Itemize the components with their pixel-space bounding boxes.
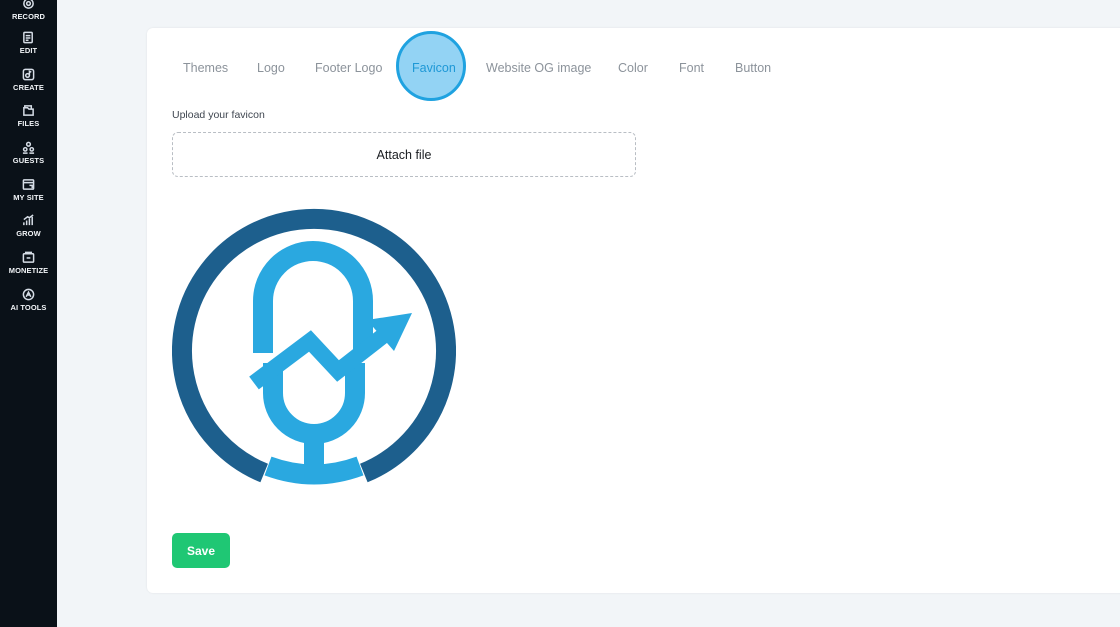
sidebar-item-my-site[interactable]: MY SITE [0, 177, 57, 202]
sidebar-item-label: RECORD [11, 12, 46, 21]
sidebar-item-label: AI TOOLS [10, 303, 47, 312]
create-icon [22, 67, 36, 81]
sidebar-item-guests[interactable]: GUESTS [0, 140, 57, 165]
sidebar-item-monetize[interactable]: MONETIZE [0, 250, 57, 275]
sidebar-item-label: MONETIZE [8, 266, 49, 275]
ai-tools-icon [22, 287, 36, 301]
tab-color[interactable]: Color [618, 61, 648, 75]
edit-icon [22, 30, 36, 44]
monetize-icon [22, 250, 36, 264]
branding-settings-card: Themes Logo Footer Logo Favicon Website … [147, 28, 1120, 593]
sidebar-item-grow[interactable]: GROW [0, 213, 57, 238]
sidebar-item-label: CREATE [13, 83, 44, 92]
record-icon [22, 0, 36, 10]
tab-themes[interactable]: Themes [183, 61, 228, 75]
sidebar: RECORD EDIT CREATE FILES GUESTS MY SITE [0, 0, 57, 627]
favicon-trend-line [249, 318, 402, 390]
sidebar-item-label: FILES [17, 119, 40, 128]
sidebar-item-record[interactable]: RECORD [0, 0, 57, 21]
files-icon [22, 103, 36, 117]
sidebar-item-ai-tools[interactable]: AI TOOLS [0, 287, 57, 312]
sidebar-item-label: GUESTS [12, 156, 45, 165]
attach-file-button[interactable]: Attach file [172, 132, 636, 177]
sidebar-item-edit[interactable]: EDIT [0, 30, 57, 55]
tab-font[interactable]: Font [679, 61, 704, 75]
tab-bar: Themes Logo Footer Logo Favicon Website … [147, 28, 1120, 108]
my-site-icon [22, 177, 36, 191]
tab-favicon[interactable]: Favicon [412, 61, 456, 75]
favicon-preview-image [172, 208, 456, 485]
sidebar-item-label: EDIT [19, 46, 38, 55]
sidebar-item-label: GROW [16, 229, 41, 238]
tab-footer-logo[interactable]: Footer Logo [315, 61, 382, 75]
sidebar-item-create[interactable]: CREATE [0, 67, 57, 92]
upload-favicon-label: Upload your favicon [172, 109, 265, 121]
save-button[interactable]: Save [172, 533, 230, 568]
tab-button[interactable]: Button [735, 61, 771, 75]
grow-icon [22, 213, 36, 227]
tab-logo[interactable]: Logo [257, 61, 285, 75]
sidebar-item-label: MY SITE [13, 193, 44, 202]
sidebar-item-files[interactable]: FILES [0, 103, 57, 128]
guests-icon [22, 140, 36, 154]
tab-website-og-image[interactable]: Website OG image [486, 61, 591, 75]
